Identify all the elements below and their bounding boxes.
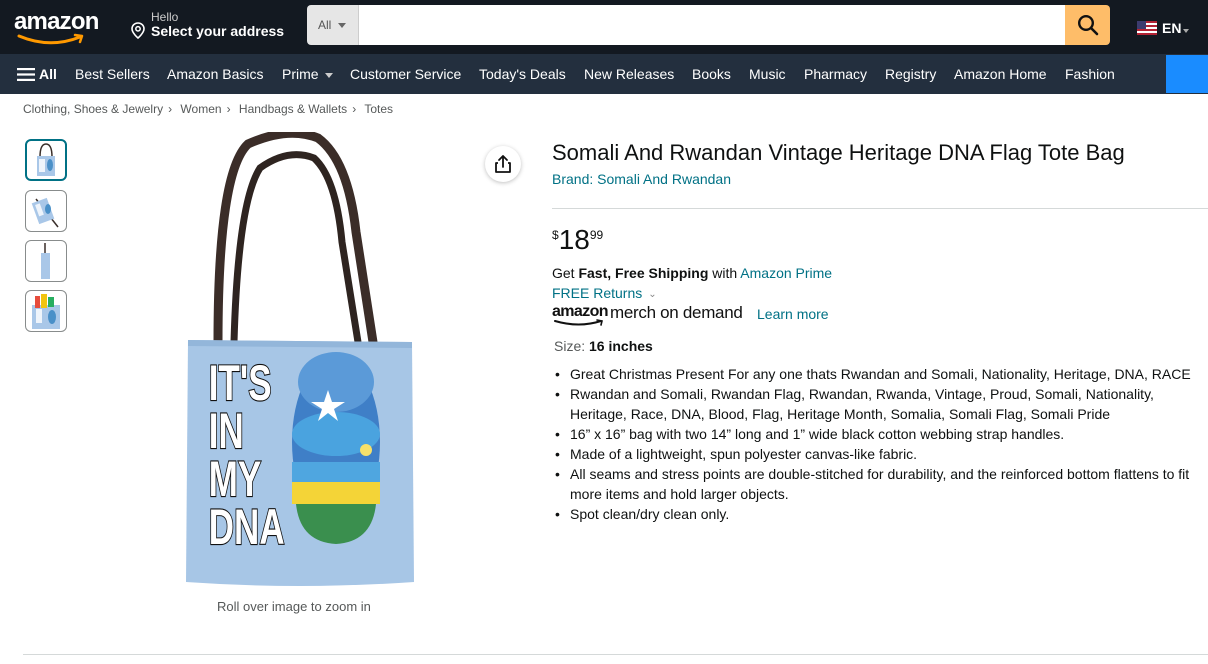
nav-link-new-releases[interactable]: New Releases <box>584 66 674 82</box>
zoom-hint-text: Roll over image to zoom in <box>217 599 371 614</box>
search-bar: All <box>307 5 1110 45</box>
bag-text-line: DNA <box>209 500 285 556</box>
brand-link[interactable]: Brand: Somali And Rwandan <box>552 171 731 187</box>
nav-link-fashion[interactable]: Fashion <box>1065 66 1115 82</box>
breadcrumb-item[interactable]: Handbags & Wallets <box>239 102 347 116</box>
breadcrumb-item[interactable]: Women <box>180 102 221 116</box>
all-menu-label: All <box>39 66 57 82</box>
search-category-label: All <box>318 18 332 32</box>
chevron-down-icon <box>338 22 347 28</box>
nav-link-customer-service[interactable]: Customer Service <box>350 66 461 82</box>
share-button[interactable] <box>485 146 521 182</box>
chevron-down-icon <box>324 72 333 78</box>
thumbnail-image <box>32 294 60 329</box>
nav-link-registry[interactable]: Registry <box>885 66 936 82</box>
tote-bag-image: IT'S IN MY DNA <box>186 128 414 586</box>
breadcrumb-item[interactable]: Clothing, Shoes & Jewelry <box>23 102 163 116</box>
shipping-get-text: Get <box>552 265 579 281</box>
share-icon <box>495 155 511 173</box>
price-currency-symbol: $ <box>552 228 559 242</box>
nav-link-prime-label: Prime <box>282 66 319 82</box>
feature-bullet: Made of a lightweight, spun polyester ca… <box>552 444 1208 464</box>
section-divider <box>552 208 1208 209</box>
amazon-logo[interactable]: amazon <box>14 8 114 46</box>
deliver-address-label: Select your address <box>151 23 285 39</box>
deliver-hello-label: Hello <box>151 10 179 24</box>
merch-smile-icon <box>554 319 603 326</box>
breadcrumb: Clothing, Shoes & Jewelry › Women › Handba… <box>23 102 393 116</box>
nav-link-amazon-basics[interactable]: Amazon Basics <box>167 66 263 82</box>
free-returns-link[interactable]: FREE Returns ⌄ <box>552 285 657 301</box>
breadcrumb-separator-icon: › <box>226 102 231 116</box>
nav-link-todays-deals[interactable]: Today's Deals <box>479 66 566 82</box>
section-divider <box>23 654 1208 655</box>
nav-link-best-sellers[interactable]: Best Sellers <box>75 66 150 82</box>
shipping-fast-text: Fast, Free Shipping <box>578 265 709 281</box>
product-thumbnail-3[interactable] <box>25 240 67 282</box>
thumbnail-image <box>41 243 50 279</box>
product-thumbnail-1[interactable] <box>25 139 67 181</box>
breadcrumb-separator-icon: › <box>352 102 357 116</box>
nav-link-prime[interactable]: Prime <box>282 66 333 82</box>
language-selector[interactable]: EN <box>1137 20 1190 36</box>
feature-bullet: Rwandan and Somali, Rwandan Flag, Rwanda… <box>552 384 1208 424</box>
search-input[interactable] <box>359 5 1065 45</box>
learn-more-link[interactable]: Learn more <box>757 306 829 322</box>
merch-on-demand-text: merch on demand <box>610 303 743 322</box>
size-info: Size: 16 inches <box>554 338 653 354</box>
feature-bullet: All seams and stress points are double-s… <box>552 464 1208 504</box>
logo-smile-icon <box>17 33 84 45</box>
feature-bullet: Great Christmas Present For any one that… <box>552 364 1208 384</box>
location-pin-icon <box>131 22 145 39</box>
price-whole: 18 <box>558 224 590 255</box>
search-button[interactable] <box>1065 5 1110 45</box>
product-thumbnail-4[interactable] <box>25 290 67 332</box>
size-value: 16 inches <box>589 338 653 354</box>
thumbnail-image <box>31 197 59 228</box>
product-thumbnail-2[interactable] <box>25 190 67 232</box>
size-label: Size: <box>554 338 590 354</box>
price-fraction: 99 <box>589 228 604 242</box>
feature-bullet: 16” x 16” bag with two 14” long and 1” w… <box>552 424 1208 444</box>
nav-link-music[interactable]: Music <box>749 66 786 82</box>
language-label: EN <box>1162 20 1182 36</box>
chevron-down-icon: ⌄ <box>648 289 657 300</box>
shipping-info: Get Fast, Free Shipping with Amazon Prim… <box>552 265 832 281</box>
shipping-with-text: with <box>708 265 741 281</box>
feature-bullet: Spot clean/dry clean only. <box>552 504 1208 524</box>
breadcrumb-separator-icon: › <box>168 102 173 116</box>
search-icon <box>1077 14 1098 36</box>
search-category-dropdown[interactable]: All <box>307 5 359 45</box>
nav-link-pharmacy[interactable]: Pharmacy <box>804 66 867 82</box>
free-returns-label: FREE Returns <box>552 285 643 301</box>
thumbnail-image <box>37 143 55 176</box>
top-nav-bar: amazon Hello Select your address All EN <box>0 0 1208 54</box>
promo-banner-slot[interactable] <box>1166 55 1208 93</box>
main-product-image[interactable]: IT'S IN MY DNA <box>178 128 424 594</box>
product-title: Somali And Rwandan Vintage Heritage DNA … <box>552 140 1125 165</box>
nav-link-books[interactable]: Books <box>692 66 731 82</box>
logo-wordmark: amazon <box>14 8 99 35</box>
breadcrumb-item[interactable]: Totes <box>364 102 393 116</box>
amazon-prime-link[interactable]: Amazon Prime <box>740 265 832 281</box>
all-menu-button[interactable]: All <box>17 66 57 82</box>
price: $1899 <box>552 224 603 256</box>
feature-bullets: Great Christmas Present For any one that… <box>552 364 1208 524</box>
secondary-nav-bar: All Best Sellers Amazon Basics Prime Cus… <box>0 54 1208 94</box>
hamburger-menu-icon <box>17 67 35 81</box>
fingerprint-graphic <box>292 352 380 544</box>
us-flag-icon <box>1137 21 1157 35</box>
chevron-down-icon <box>1183 29 1190 33</box>
nav-link-amazon-home[interactable]: Amazon Home <box>954 66 1047 82</box>
